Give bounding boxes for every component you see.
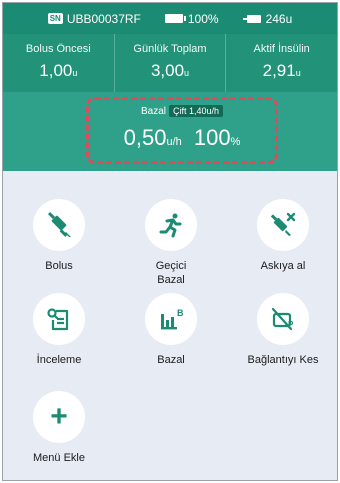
status-bar: SN UBB00037RF 100% 246u bbox=[3, 3, 337, 34]
basal-menu-label: Bazal bbox=[157, 354, 185, 366]
basal-percent-value: 100 bbox=[193, 125, 231, 150]
menu-basal[interactable]: B Bazal bbox=[115, 293, 227, 367]
stats-row: Bolus Öncesi 1,00u Günlük Toplam 3,00u A… bbox=[3, 34, 337, 92]
stat-number: 2,91 bbox=[262, 61, 296, 80]
menu-add[interactable]: + Menü Ekle bbox=[3, 391, 115, 465]
menu-bolus[interactable]: Bolus bbox=[3, 199, 115, 273]
stat-number: 3,00 bbox=[150, 61, 185, 80]
basal-label: Bazal bbox=[140, 106, 166, 117]
review-button[interactable] bbox=[33, 293, 85, 345]
serial-text: UBB00037RF bbox=[66, 11, 141, 26]
basal-rate-unit: u/h bbox=[166, 136, 182, 148]
suspend-label: Askıya al bbox=[260, 260, 306, 272]
menu-disconnect[interactable]: P Bağlantıyı Kes bbox=[227, 293, 337, 367]
menu-review[interactable]: İnceleme bbox=[3, 293, 115, 367]
svg-text:B: B bbox=[177, 308, 184, 318]
basal-profile-badge: Çift 1,40u/h bbox=[168, 105, 224, 117]
battery-icon bbox=[164, 14, 186, 23]
temp-basal-label-line2: Bazal bbox=[157, 274, 185, 286]
app-screen: SN UBB00037RF 100% 246u Bolus Öncesi 1,0… bbox=[2, 2, 338, 481]
pump-disconnect-icon: P bbox=[271, 307, 294, 331]
stat-number: 1,00 bbox=[39, 61, 73, 80]
svg-text:P: P bbox=[288, 320, 294, 329]
basal-title: Bazal Çift 1,40u/h bbox=[89, 105, 275, 117]
dashboard-header: Bolus Öncesi 1,00u Günlük Toplam 3,00u A… bbox=[3, 34, 337, 171]
syringe-icon bbox=[47, 211, 71, 237]
battery-text: 100% bbox=[187, 11, 219, 26]
syringe-cancel-icon bbox=[270, 212, 296, 236]
serial-number: SN UBB00037RF bbox=[47, 11, 141, 26]
stat-label: Günlük Toplam bbox=[133, 43, 207, 55]
stat-daily-total: Günlük Toplam 3,00u bbox=[115, 34, 227, 92]
stat-label: Bolus Öncesi bbox=[25, 43, 91, 55]
add-menu-button[interactable]: + bbox=[33, 391, 85, 443]
stat-value: 1,00u bbox=[3, 61, 114, 81]
reservoir-text: 246u bbox=[265, 11, 293, 26]
stat-value: 2,91u bbox=[226, 61, 337, 81]
reservoir-icon bbox=[242, 14, 261, 23]
add-menu-label: Menü Ekle bbox=[33, 452, 85, 464]
sn-badge: SN bbox=[47, 13, 63, 24]
running-person-icon bbox=[159, 213, 182, 238]
menu-suspend[interactable]: Askıya al bbox=[227, 199, 337, 273]
menu-temp-basal[interactable]: Geçici Bazal bbox=[115, 199, 227, 287]
stat-active-insulin: Aktif İnsülin 2,91u bbox=[226, 34, 337, 92]
temp-basal-label-line1: Geçici bbox=[155, 260, 187, 272]
stat-unit: u bbox=[184, 68, 190, 78]
document-search-icon bbox=[47, 308, 69, 331]
basal-rate-value: 0,50 bbox=[123, 125, 167, 150]
stat-bolus-before: Bolus Öncesi 1,00u bbox=[3, 34, 115, 92]
temp-basal-button[interactable] bbox=[145, 199, 197, 251]
basal-status-panel[interactable]: Bazal Çift 1,40u/h 0,50u/h 100% bbox=[86, 97, 278, 164]
stat-label: Aktif İnsülin bbox=[253, 43, 310, 55]
review-label: İnceleme bbox=[36, 354, 82, 366]
stat-value: 3,00u bbox=[115, 61, 226, 81]
plus-icon: + bbox=[50, 400, 68, 433]
bolus-button[interactable] bbox=[33, 199, 85, 251]
battery-status: 100% bbox=[164, 11, 219, 26]
disconnect-button[interactable]: P bbox=[257, 293, 309, 345]
temp-basal-label: Geçici Bazal bbox=[115, 259, 227, 287]
basal-button[interactable]: B bbox=[145, 293, 197, 345]
stat-unit: u bbox=[295, 68, 301, 78]
reservoir-status: 246u bbox=[242, 11, 293, 26]
suspend-button[interactable] bbox=[257, 199, 309, 251]
stat-unit: u bbox=[72, 68, 78, 78]
basal-chart-icon: B bbox=[161, 308, 184, 330]
basal-percent-unit: % bbox=[230, 136, 241, 148]
disconnect-label: Bağlantıyı Kes bbox=[247, 354, 319, 366]
bolus-label: Bolus bbox=[45, 260, 73, 272]
basal-rate: 0,50u/h 100% bbox=[89, 125, 275, 151]
